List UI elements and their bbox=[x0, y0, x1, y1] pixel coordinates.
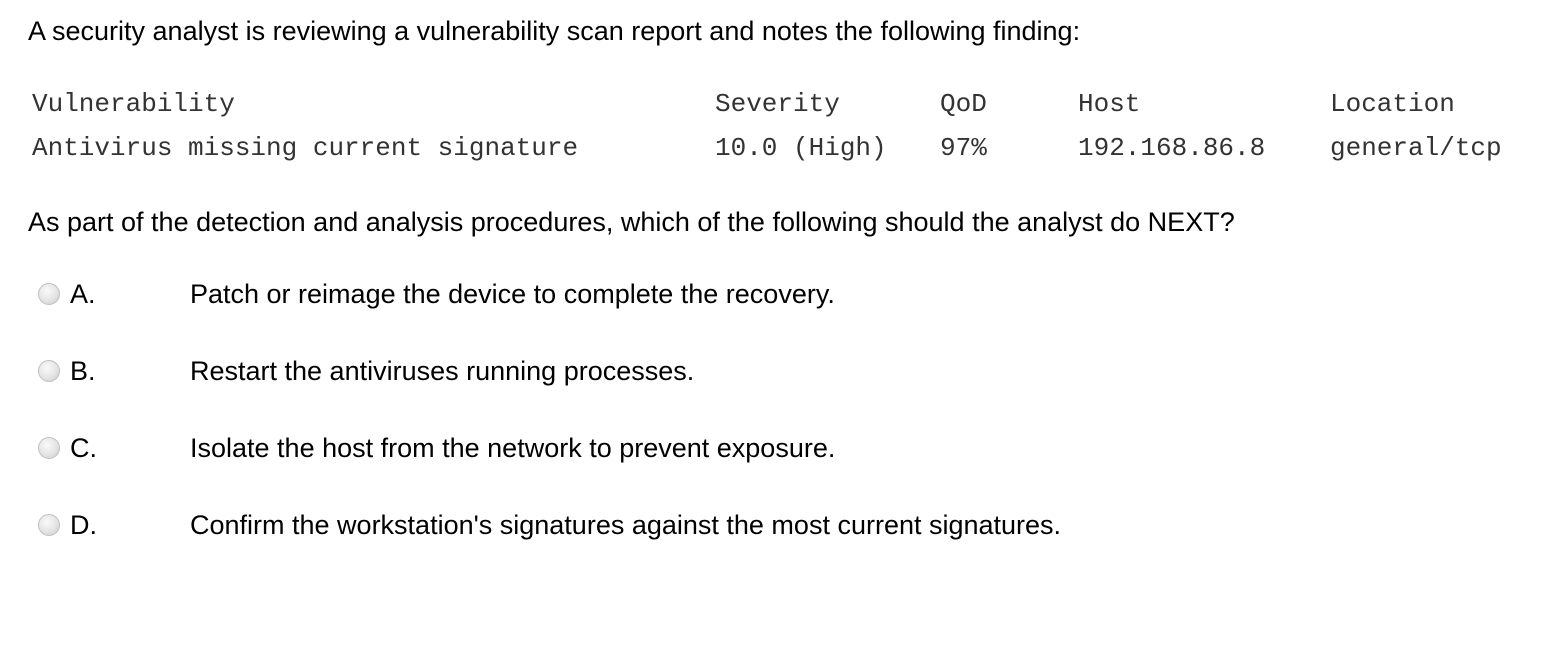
cell-host: 192.168.86.8 bbox=[1078, 133, 1266, 163]
option-b[interactable]: B. Restart the antiviruses running proce… bbox=[38, 354, 1238, 390]
option-a-letter: A. bbox=[70, 279, 96, 309]
option-a-text[interactable]: Patch or reimage the device to complete … bbox=[190, 277, 835, 311]
header-vulnerability: Vulnerability bbox=[32, 89, 235, 119]
question-text: As part of the detection and analysis pr… bbox=[28, 207, 1235, 237]
option-c[interactable]: C. Isolate the host from the network to … bbox=[38, 431, 1238, 467]
option-d-radio[interactable] bbox=[38, 514, 60, 536]
option-c-letter: C. bbox=[70, 433, 97, 463]
option-d[interactable]: D. Confirm the workstation's signatures … bbox=[38, 508, 1238, 544]
header-severity: Severity bbox=[715, 89, 840, 119]
option-c-radio[interactable] bbox=[38, 437, 60, 459]
option-a[interactable]: A. Patch or reimage the device to comple… bbox=[38, 277, 1238, 313]
option-d-letter: D. bbox=[70, 510, 97, 540]
option-b-text[interactable]: Restart the antiviruses running processe… bbox=[190, 354, 694, 388]
cell-severity: 10.0 (High) bbox=[715, 133, 887, 163]
cell-qod: 97% bbox=[940, 133, 987, 163]
option-a-radio[interactable] bbox=[38, 283, 60, 305]
header-host: Host bbox=[1078, 89, 1141, 119]
cell-location: general/tcp bbox=[1330, 133, 1502, 163]
header-qod: QoD bbox=[940, 89, 987, 119]
option-c-text[interactable]: Isolate the host from the network to pre… bbox=[190, 431, 835, 465]
option-d-text[interactable]: Confirm the workstation's signatures aga… bbox=[190, 508, 1061, 542]
question-intro: A security analyst is reviewing a vulner… bbox=[28, 16, 1081, 46]
header-location: Location bbox=[1330, 89, 1455, 119]
cell-vulnerability: Antivirus missing current signature bbox=[32, 133, 579, 163]
option-b-radio[interactable] bbox=[38, 360, 60, 382]
option-b-letter: B. bbox=[70, 356, 96, 386]
